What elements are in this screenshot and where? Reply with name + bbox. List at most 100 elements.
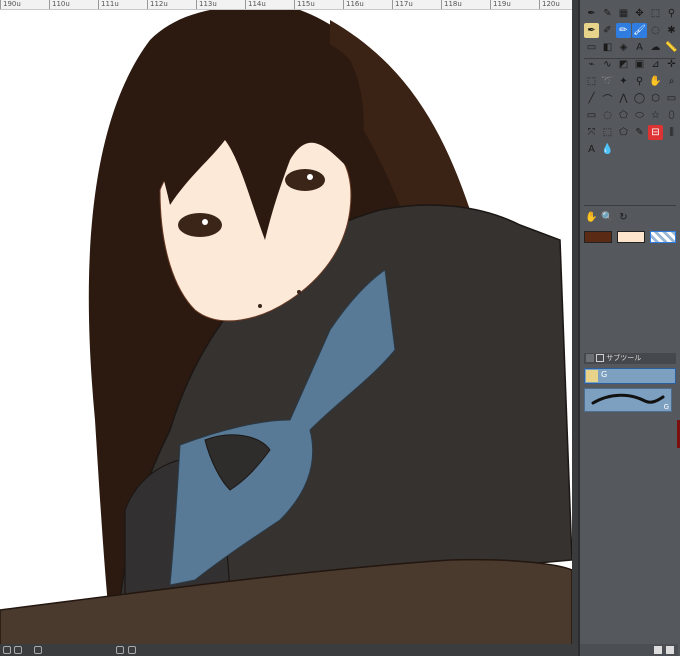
zoom-icon[interactable]: ⌕ — [664, 74, 679, 89]
mouth-mark — [258, 304, 262, 308]
line-icon[interactable]: ╱ — [584, 91, 599, 106]
text-tool-icon[interactable]: A — [584, 142, 599, 157]
sub-tool-item-label: G — [601, 370, 608, 379]
ruler-label: 119u — [490, 0, 539, 9]
ruler-tool-icon[interactable]: ⊿ — [648, 57, 663, 72]
polygon-icon[interactable]: ⬡ — [648, 91, 663, 106]
transform-icon[interactable]: ⤧ — [584, 125, 599, 140]
ruler-label: 112u — [147, 0, 196, 9]
auto-select-icon[interactable]: ✦ — [616, 74, 631, 89]
select-icon[interactable]: ⬚ — [648, 6, 663, 21]
empty-slot — [632, 142, 647, 157]
selection-icon[interactable]: ⬚ — [584, 74, 599, 89]
zoom-in-icon[interactable] — [14, 646, 22, 654]
view-tool-grid: ✋ 🔍 ↻ — [584, 210, 679, 225]
shape-icon[interactable]: ⬯ — [664, 108, 679, 123]
move-icon[interactable]: ✥ — [632, 6, 647, 21]
panel-footer — [580, 644, 678, 656]
decoration-icon[interactable]: ✱ — [664, 23, 679, 38]
sub-tool-panel-header: サブツール — [584, 353, 676, 364]
figure-icon[interactable]: ◩ — [616, 57, 631, 72]
panel-grip-icon[interactable] — [586, 354, 594, 362]
ruler-label: 116u — [343, 0, 392, 9]
gradient-icon[interactable]: ◧ — [600, 40, 615, 55]
balloon-icon[interactable]: ☁ — [648, 40, 663, 55]
g-pen-icon[interactable]: ✒ — [584, 23, 599, 38]
polyline-icon[interactable]: ⋀ — [616, 91, 631, 106]
correct-line-icon[interactable]: ∿ — [600, 57, 615, 72]
marker-icon[interactable]: ✐ — [600, 23, 615, 38]
rotate-right-icon[interactable] — [128, 646, 136, 654]
brush-icon[interactable]: ✎ — [600, 6, 615, 21]
divider — [584, 58, 676, 59]
zoom-out-icon[interactable] — [3, 646, 11, 654]
ruler-label: 113u — [196, 0, 245, 9]
tool-panel: ✒ ✎ ▦ ✥ ⬚ ⚲ ✒ ✐ ✏ 🖌 ◌ ✱ ▭ ◧ ◈ A ☁ 📏 ⌁ ∿ ◩ ▣ ⊿ ✛ ⬚ ➰ ✦ ⚲ ✋ ⌕ ╱ ⌒ ⋀ ◯ ⬡ ▭ ▭ ◌ ⬠ ⬭… — [578, 0, 680, 656]
ruler-icon[interactable]: 📏 — [664, 40, 679, 55]
hand-tool-icon[interactable]: ✋ — [584, 210, 599, 225]
lasso-select-icon[interactable]: ◌ — [600, 108, 615, 123]
transparent-color-swatch[interactable] — [650, 231, 676, 243]
sub-color-swatch[interactable] — [617, 231, 645, 243]
eye-right — [285, 169, 325, 191]
ruler-label: 190u — [0, 0, 49, 9]
main-color-swatch[interactable] — [584, 231, 612, 243]
airbrush-icon[interactable]: ◌ — [648, 23, 663, 38]
tone-icon[interactable]: ▦ — [616, 6, 631, 21]
rect-marquee-icon[interactable]: ⬚ — [600, 125, 615, 140]
ruler-label: 114u — [245, 0, 294, 9]
empty-slot — [616, 142, 631, 157]
empty-slot — [648, 142, 663, 157]
drop-icon[interactable]: 💧 — [600, 142, 615, 157]
canvas-status-bar — [0, 644, 578, 656]
sub-tool-tab-icon[interactable] — [596, 354, 604, 362]
ellipse-select-icon[interactable]: ⬭ — [632, 108, 647, 123]
split-icon[interactable]: ⫼ — [664, 125, 679, 140]
new-sub-tool-icon[interactable] — [654, 646, 662, 654]
polygon-select-icon[interactable]: ⬠ — [616, 108, 631, 123]
hand-icon[interactable]: ✋ — [648, 74, 663, 89]
frame-icon[interactable]: ▣ — [632, 57, 647, 72]
eyedrop-icon[interactable]: ⚲ — [632, 74, 647, 89]
trash-icon[interactable] — [666, 646, 674, 654]
text-icon[interactable]: A — [632, 40, 647, 55]
curve-icon[interactable]: ⌒ — [600, 91, 615, 106]
ruler-label: 111u — [98, 0, 147, 9]
pen-icon — [586, 370, 598, 382]
ruler-label: 115u — [294, 0, 343, 9]
top-ruler: 190u 110u 111u 112u 113u 114u 115u 116u 117u 118u… — [0, 0, 578, 10]
eraser-icon[interactable]: ▭ — [584, 40, 599, 55]
empty-slot — [664, 142, 679, 157]
shrink-select-icon[interactable]: ⊟ — [648, 125, 663, 140]
fit-icon[interactable] — [34, 646, 42, 654]
vector-icon[interactable]: ⌁ — [584, 57, 599, 72]
rotate-icon[interactable]: ↻ — [616, 210, 631, 225]
divider — [584, 205, 676, 206]
rect-select-icon[interactable]: ▭ — [584, 108, 599, 123]
rectangle-icon[interactable]: ▭ — [664, 91, 679, 106]
eye-left — [178, 213, 222, 237]
pen-icon[interactable]: ✒ — [584, 6, 599, 21]
ruler-label: 118u — [441, 0, 490, 9]
fill-icon[interactable]: ◈ — [616, 40, 631, 55]
tool-grid: ✒ ✎ ▦ ✥ ⬚ ⚲ ✒ ✐ ✏ 🖌 ◌ ✱ ▭ ◧ ◈ A ☁ 📏 ⌁ ∿ ◩ ▣ ⊿ ✛ ⬚ ➰ ✦ ⚲ ✋ ⌕ ╱ ⌒ ⋀ ◯ ⬡ ▭ ▭ ◌ ⬠ ⬭… — [584, 6, 679, 157]
drawing-canvas[interactable]: 190u 110u 111u 112u 113u 114u 115u 116u 117u 118u… — [0, 0, 578, 656]
pencil-icon[interactable]: ✏ — [616, 23, 631, 38]
rotate-left-icon[interactable] — [116, 646, 124, 654]
lasso-icon[interactable]: ➰ — [600, 74, 615, 89]
sub-tool-item[interactable]: G — [584, 368, 676, 384]
eyedropper-icon[interactable]: ⚲ — [664, 6, 679, 21]
free-select-icon[interactable]: ⬠ — [616, 125, 631, 140]
ruler-label: 110u — [49, 0, 98, 9]
star-icon[interactable]: ☆ — [648, 108, 663, 123]
brush-preview-label: G — [663, 403, 669, 411]
selection-pen-icon[interactable]: ✎ — [632, 125, 647, 140]
sub-tool-tab-label[interactable]: サブツール — [606, 354, 641, 362]
ruler-label: 117u — [392, 0, 441, 9]
layer-move-icon[interactable]: ✛ — [664, 57, 679, 72]
ellipse-icon[interactable]: ◯ — [632, 91, 647, 106]
artwork-illustration — [0, 6, 573, 656]
brush-stroke-preview[interactable]: G — [584, 388, 672, 412]
brush-tool-icon[interactable]: 🖌 — [632, 23, 647, 38]
zoom-tool-icon[interactable]: 🔍 — [600, 210, 615, 225]
